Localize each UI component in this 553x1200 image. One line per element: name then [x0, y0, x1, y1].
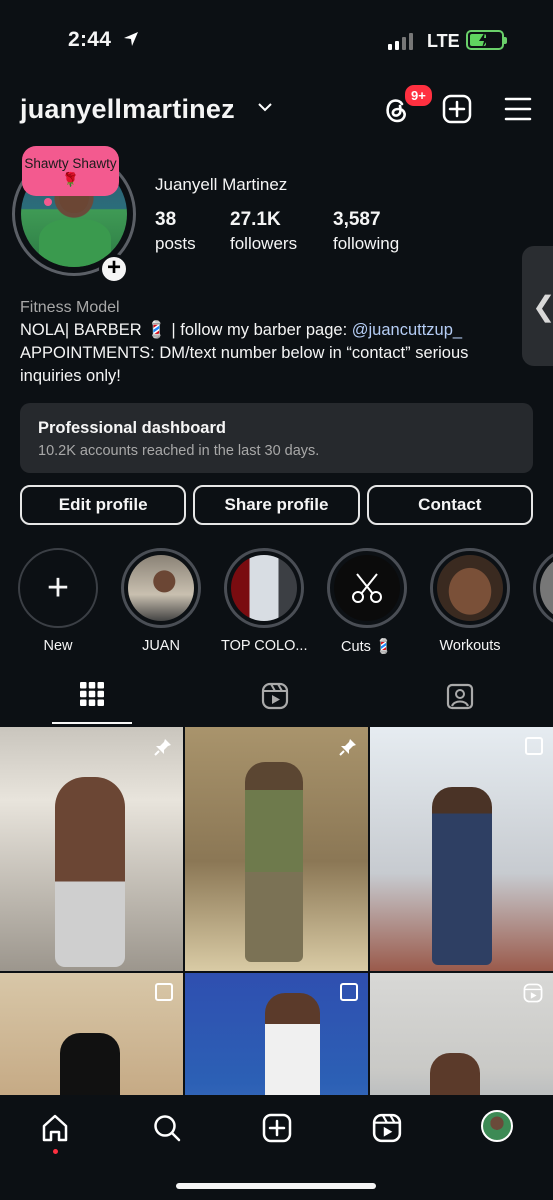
- carousel-icon: [340, 983, 358, 1001]
- highlight-workouts[interactable]: Workouts: [427, 548, 513, 654]
- profile-action-buttons: Edit profile Share profile Contact: [20, 485, 533, 525]
- highlight-cuts[interactable]: Cuts 💈: [324, 548, 410, 655]
- battery-icon: [466, 30, 507, 50]
- note-tail: [44, 198, 52, 206]
- stat-label: following: [333, 234, 400, 253]
- stat-number: 38: [155, 209, 177, 230]
- home-indicator: [176, 1183, 376, 1189]
- profile-avatar-nav[interactable]: [481, 1110, 513, 1142]
- hamburger-menu-icon[interactable]: [504, 96, 532, 122]
- posts-grid: [0, 727, 553, 1200]
- status-bar: 2:44 LTE: [0, 0, 553, 80]
- bio-text: NOLA| BARBER 💈 | follow my barber page:: [20, 321, 352, 339]
- stat-number: 27.1K: [230, 209, 281, 230]
- pin-icon: [154, 739, 171, 756]
- create-icon[interactable]: [262, 1113, 292, 1143]
- carousel-icon: [525, 737, 543, 755]
- bio-mention-link[interactable]: @juancuttzup_: [352, 321, 462, 339]
- add-story-icon[interactable]: +: [99, 254, 129, 284]
- home-icon[interactable]: [40, 1113, 70, 1143]
- highlight-label: TOP COLO...: [221, 638, 308, 654]
- profile-header: juanyellmartinez 9+: [0, 83, 553, 134]
- carousel-icon: [155, 983, 173, 1001]
- following-stat[interactable]: 3,587 following: [333, 209, 399, 254]
- scissors-icon: [352, 573, 382, 603]
- active-tab-indicator: [52, 722, 132, 724]
- home-activity-dot: [53, 1149, 58, 1154]
- edit-profile-button[interactable]: Edit profile: [20, 485, 187, 525]
- pin-icon: [339, 739, 356, 756]
- chevron-down-icon[interactable]: [258, 102, 272, 112]
- contact-button[interactable]: Contact: [366, 485, 533, 525]
- professional-dashboard[interactable]: Professional dashboard 10.2K accounts re…: [20, 403, 533, 473]
- reels-nav-icon[interactable]: [372, 1113, 402, 1143]
- signal-icon: [388, 32, 413, 50]
- profile-note[interactable]: Shawty Shawty 🌹: [22, 146, 119, 196]
- notification-badge: 9+: [403, 83, 434, 108]
- status-time: 2:44: [68, 28, 112, 51]
- chevron-left-icon: ❮: [532, 290, 553, 323]
- plus-icon: +: [18, 548, 98, 628]
- grid-icon[interactable]: [80, 682, 104, 706]
- stat-number: 3,587: [333, 209, 381, 230]
- bio-text: APPOINTMENTS: DM/text number below in “c…: [20, 344, 469, 385]
- grid-post[interactable]: [0, 727, 183, 971]
- side-panel-handle[interactable]: ❮: [522, 246, 553, 366]
- reel-icon: [523, 983, 543, 1003]
- dashboard-subtitle: 10.2K accounts reached in the last 30 da…: [38, 443, 320, 459]
- posts-stat[interactable]: 38 posts: [155, 209, 196, 254]
- highlight-new[interactable]: + New: [15, 548, 101, 654]
- profile-bio: NOLA| BARBER 💈 | follow my barber page: …: [20, 319, 520, 388]
- highlight-label: New: [43, 638, 73, 654]
- grid-post[interactable]: [370, 727, 553, 971]
- location-arrow-icon: [124, 32, 138, 46]
- grid-post[interactable]: [185, 727, 368, 971]
- tagged-icon[interactable]: [446, 682, 474, 710]
- highlight-label: Cuts 💈: [341, 639, 393, 655]
- search-icon[interactable]: [152, 1113, 182, 1143]
- highlight-label: Workouts: [439, 638, 501, 654]
- share-profile-button[interactable]: Share profile: [193, 485, 360, 525]
- plus-square-icon[interactable]: [442, 94, 472, 124]
- network-type: LTE: [427, 31, 460, 51]
- dashboard-title: Professional dashboard: [38, 419, 226, 437]
- highlight-more[interactable]: [530, 548, 553, 628]
- stat-label: followers: [230, 234, 298, 253]
- highlight-top-colo[interactable]: TOP COLO...: [221, 548, 308, 654]
- profile-category: Fitness Model: [20, 299, 120, 316]
- highlight-juan[interactable]: JUAN: [118, 548, 204, 654]
- content-tabs: [0, 672, 553, 724]
- reels-icon[interactable]: [261, 682, 289, 710]
- username-switcher[interactable]: juanyellmartinez: [20, 94, 235, 125]
- full-name: Juanyell Martinez: [155, 175, 288, 194]
- followers-stat[interactable]: 27.1K followers: [230, 209, 297, 254]
- highlight-label: JUAN: [142, 638, 180, 654]
- stat-label: posts: [155, 234, 196, 253]
